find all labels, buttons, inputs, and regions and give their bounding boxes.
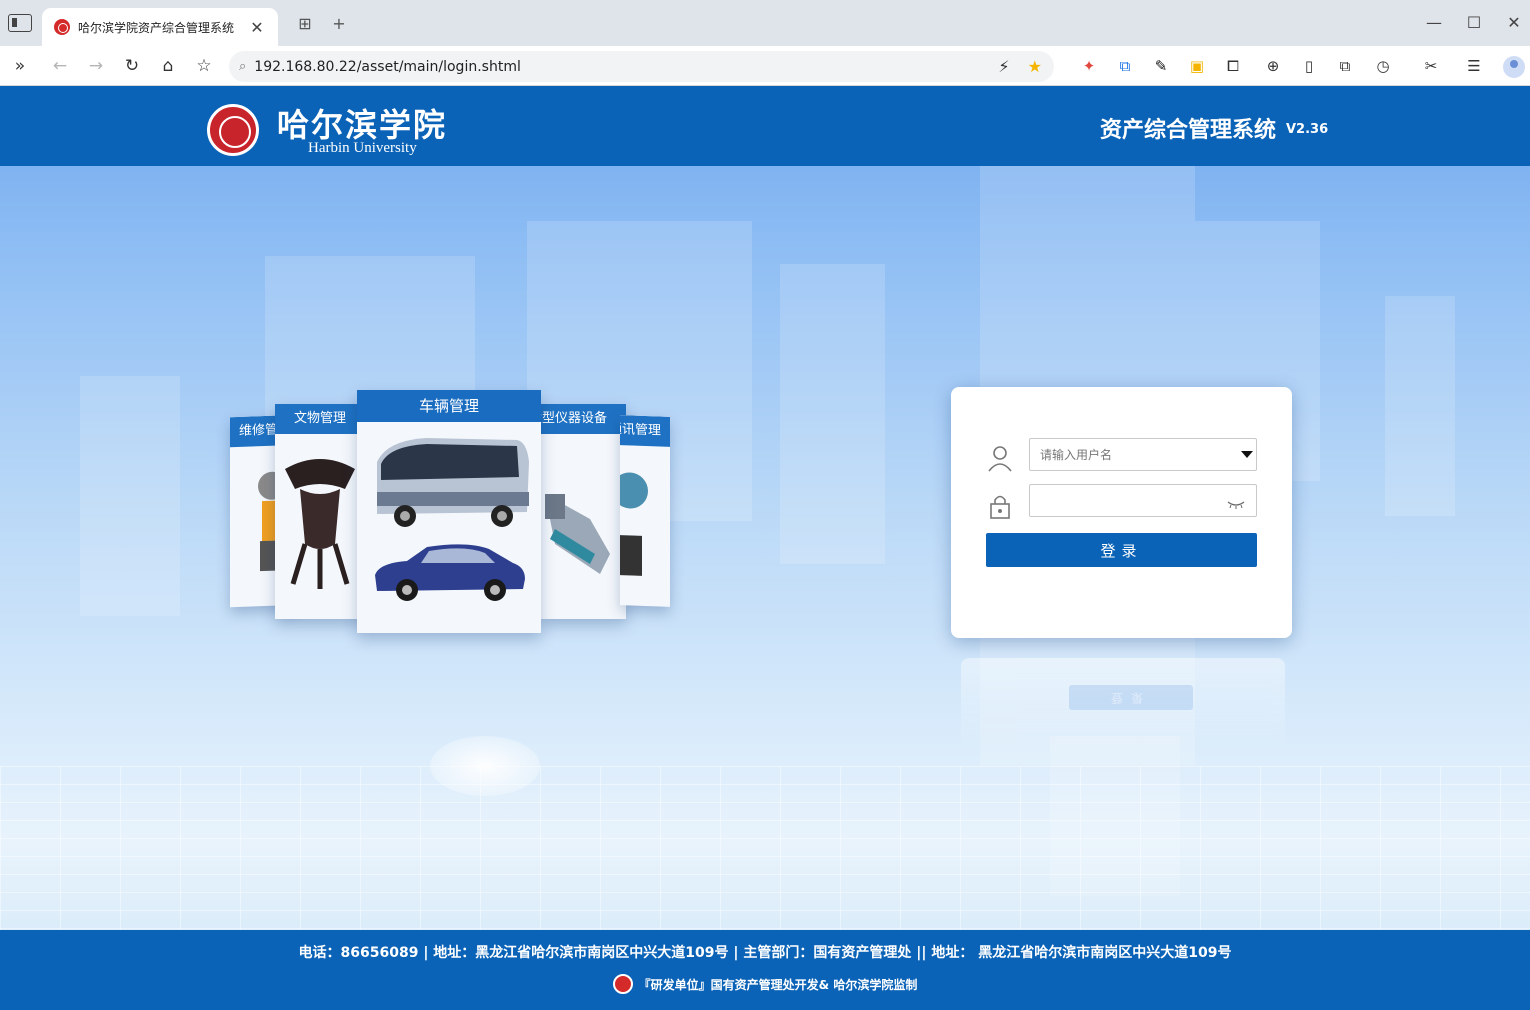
search-icon: ⌕ xyxy=(239,59,247,74)
login-button[interactable]: 登录 xyxy=(986,533,1257,567)
pen-extension-icon[interactable]: ✎ xyxy=(1150,55,1172,77)
username-dropdown-icon[interactable] xyxy=(1241,451,1253,458)
site-header: 哈尔滨学院 Harbin University 资产综合管理系统 V2.36 xyxy=(0,86,1530,166)
bronze-vessel-icon xyxy=(285,459,355,589)
tab-title: 哈尔滨学院资产综合管理系统 xyxy=(78,20,235,35)
site-footer: 电话：86656089 | 地址：黑龙江省哈尔滨市南岗区中兴大道109号 | 主… xyxy=(0,930,1530,1010)
back-button[interactable]: ← xyxy=(48,54,72,78)
card-relics: 文物管理 xyxy=(275,404,365,619)
bg-decor-block xyxy=(1385,296,1455,516)
footer-logo-icon xyxy=(612,974,633,994)
double-chevron-right-icon[interactable]: » xyxy=(8,54,32,78)
instrument-device-icon xyxy=(545,494,610,574)
profile-avatar[interactable] xyxy=(1503,56,1525,78)
sidebar-toggle-icon[interactable] xyxy=(8,14,32,32)
password-input[interactable] xyxy=(1029,484,1257,517)
extensions-puzzle-icon[interactable]: ⧠ xyxy=(1222,55,1244,77)
login-panel: 登录 xyxy=(951,387,1292,638)
ai-sparkle-icon[interactable]: ✦ xyxy=(1078,55,1100,77)
screenshot-icon[interactable]: ⧉ xyxy=(1334,55,1356,77)
bg-grid-floor xyxy=(0,766,1530,930)
bus-icon xyxy=(377,438,529,527)
user-icon xyxy=(988,446,1012,472)
card-title: 车辆管理 xyxy=(357,390,541,422)
window-close-button[interactable]: ✕ xyxy=(1504,13,1524,32)
card-large-instruments: 大型仪器设备 xyxy=(540,404,626,619)
phone-icon[interactable]: ▯ xyxy=(1298,55,1320,77)
login-page: 哈尔滨学院 Harbin University 资产综合管理系统 V2.36 维… xyxy=(0,86,1530,1010)
lightning-icon[interactable]: ⚡ xyxy=(998,57,1009,76)
window-minimize-button[interactable]: — xyxy=(1424,13,1444,32)
footer-credit: 『研发单位』国有资产管理处开发& 哈尔滨学院监制 xyxy=(0,974,1530,994)
eye-closed-icon[interactable] xyxy=(1226,499,1246,509)
username-input[interactable] xyxy=(1029,438,1257,471)
address-url[interactable]: 192.168.80.22/asset/main/login.shtml xyxy=(254,59,980,75)
scissors-icon[interactable]: ✂ xyxy=(1420,55,1442,77)
bookmark-star-icon[interactable]: ☆ xyxy=(192,54,216,78)
reload-button[interactable]: ↻ xyxy=(120,54,144,78)
tab-close-button[interactable]: ✕ xyxy=(248,18,266,37)
system-title: 资产综合管理系统 xyxy=(1100,118,1277,143)
browser-tab-bar: 哈尔滨学院资产综合管理系统 ✕ ⊞ + — ☐ ✕ xyxy=(0,0,1530,46)
login-panel-reflection: 登录 xyxy=(961,658,1285,748)
school-name-english: Harbin University xyxy=(308,140,417,156)
card-vehicles: 车辆管理 xyxy=(357,390,541,633)
home-button[interactable]: ⌂ xyxy=(156,54,180,78)
footer-credit-text: 『研发单位』国有资产管理处开发& 哈尔滨学院监制 xyxy=(638,977,918,992)
tab-groups-icon[interactable]: ⊞ xyxy=(295,14,315,33)
favorite-star-icon[interactable]: ★ xyxy=(1028,57,1042,76)
lock-icon xyxy=(990,495,1010,519)
site-favicon-icon xyxy=(54,19,70,35)
bg-light-glow xyxy=(430,736,540,796)
reflection-login-label: 登录 xyxy=(1069,685,1193,710)
card-title: 大型仪器设备 xyxy=(540,404,626,434)
translate-icon[interactable]: ⧉ xyxy=(1114,55,1136,77)
card-title: 文物管理 xyxy=(275,404,365,434)
globe-device-icon xyxy=(620,472,648,576)
system-version: V2.36 xyxy=(1286,122,1329,137)
browser-toolbar: » ← → ↻ ⌂ ☆ ⌕ 192.168.80.22/asset/main/l… xyxy=(0,46,1530,86)
footer-contact-info: 电话：86656089 | 地址：黑龙江省哈尔滨市南岗区中兴大道109号 | 主… xyxy=(298,945,1232,961)
bg-decor-block xyxy=(780,264,885,564)
bg-decor-block xyxy=(80,376,180,616)
history-icon[interactable]: ◷ xyxy=(1372,55,1394,77)
address-bar[interactable]: ⌕ 192.168.80.22/asset/main/login.shtml ⚡… xyxy=(229,51,1054,82)
folder-icon[interactable]: ▣ xyxy=(1186,55,1208,77)
card-title: 通讯管理 xyxy=(620,415,670,447)
menu-icon[interactable]: ☰ xyxy=(1463,55,1485,77)
school-emblem-logo xyxy=(207,104,259,156)
browser-tab-active[interactable]: 哈尔滨学院资产综合管理系统 ✕ xyxy=(42,8,278,46)
forward-button[interactable]: → xyxy=(84,54,108,78)
card-communications: 通讯管理 xyxy=(620,415,670,607)
new-tab-button[interactable]: + xyxy=(329,14,349,33)
window-maximize-button[interactable]: ☐ xyxy=(1464,13,1484,32)
car-icon xyxy=(375,544,525,601)
download-icon[interactable]: ⊕ xyxy=(1262,55,1284,77)
